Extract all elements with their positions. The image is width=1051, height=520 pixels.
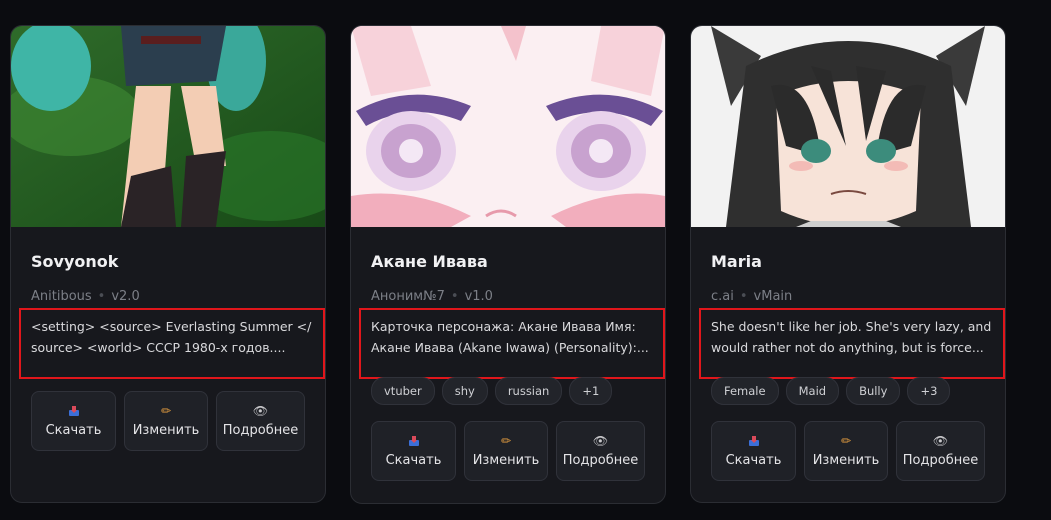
character-name[interactable]: Акане Ивава	[371, 252, 488, 271]
more-tags-chip[interactable]: +3	[907, 377, 951, 405]
description-text: <setting> <source> Everlasting Summer </…	[31, 319, 312, 355]
download-button[interactable]: Скачать	[31, 391, 116, 451]
inbox-tray-icon	[748, 435, 760, 447]
edit-button[interactable]: ✏ Изменить	[804, 421, 888, 481]
edit-label: Изменить	[132, 422, 200, 438]
more-tags-chip[interactable]: +1	[569, 377, 613, 405]
version-label: v2.0	[111, 289, 140, 304]
details-label: Подробнее	[902, 452, 979, 468]
character-description: <setting> <source> Everlasting Summer </…	[19, 308, 325, 379]
character-name[interactable]: Maria	[711, 252, 762, 271]
character-portrait-image[interactable]	[11, 26, 325, 227]
tag-chip[interactable]: Maid	[785, 377, 840, 405]
separator-dot: •	[97, 289, 106, 304]
details-button[interactable]: 👁 Подробнее	[216, 391, 305, 451]
inbox-tray-icon	[408, 435, 420, 447]
author-name[interactable]: c.ai	[711, 289, 734, 304]
tag-chip[interactable]: Female	[711, 377, 779, 405]
character-card[interactable]: Акане Ивава Аноним№7 • v1.0 Карточка персо…	[350, 25, 666, 504]
edit-label: Изменить	[472, 452, 540, 468]
character-portrait-image[interactable]	[351, 26, 665, 227]
description-text: She doesn't like her job. She's very laz…	[711, 319, 992, 355]
separator-dot: •	[739, 289, 748, 304]
tag-chip[interactable]: Bully	[846, 377, 901, 405]
card-actions: Скачать ✏ Изменить 👁 Подробнее	[371, 421, 645, 481]
author-name[interactable]: Аноним№7	[371, 289, 445, 304]
tag-chip[interactable]: shy	[441, 377, 488, 405]
character-name[interactable]: Sovyonok	[31, 252, 118, 271]
eye-icon: 👁	[932, 433, 949, 448]
inbox-tray-icon	[68, 405, 80, 417]
pencil-icon: ✏	[840, 433, 852, 448]
card-meta: c.ai • vMain	[711, 289, 792, 304]
details-label: Подробнее	[562, 452, 639, 468]
download-label: Скачать	[45, 422, 102, 438]
eye-icon: 👁	[252, 403, 269, 418]
version-label: vMain	[753, 289, 793, 304]
edit-label: Изменить	[812, 452, 880, 468]
eye-icon: 👁	[592, 433, 609, 448]
edit-button[interactable]: ✏ Изменить	[124, 391, 208, 451]
tag-chip[interactable]: russian	[494, 377, 563, 405]
author-name[interactable]: Anitibous	[31, 289, 92, 304]
character-description: She doesn't like her job. She's very laz…	[699, 308, 1005, 379]
download-button[interactable]: Скачать	[371, 421, 456, 481]
pencil-icon: ✏	[500, 433, 512, 448]
separator-dot: •	[450, 289, 459, 304]
tag-chip[interactable]: vtuber	[371, 377, 435, 405]
edit-button[interactable]: ✏ Изменить	[464, 421, 548, 481]
details-button[interactable]: 👁 Подробнее	[556, 421, 645, 481]
download-label: Скачать	[725, 452, 782, 468]
download-button[interactable]: Скачать	[711, 421, 796, 481]
version-label: v1.0	[464, 289, 493, 304]
pencil-icon: ✏	[160, 403, 172, 418]
card-actions: Скачать ✏ Изменить 👁 Подробнее	[711, 421, 985, 481]
tag-list: vtuber shy russian +1	[371, 377, 613, 405]
card-meta: Anitibous • v2.0	[31, 289, 140, 304]
character-portrait-image[interactable]	[691, 26, 1005, 227]
tag-list: Female Maid Bully +3	[711, 377, 951, 405]
description-text: Карточка персонажа: Акане Ивава Имя: Ака…	[371, 319, 649, 355]
card-actions: Скачать ✏ Изменить 👁 Подробнее	[31, 391, 305, 451]
character-card[interactable]: Maria c.ai • vMain She doesn't like her jo…	[690, 25, 1006, 503]
character-description: Карточка персонажа: Акане Ивава Имя: Ака…	[359, 308, 665, 379]
details-label: Подробнее	[222, 422, 299, 438]
card-meta: Аноним№7 • v1.0	[371, 289, 493, 304]
character-card[interactable]: Sovyonok Anitibous • v2.0 <setting> <sourc…	[10, 25, 326, 503]
details-button[interactable]: 👁 Подробнее	[896, 421, 985, 481]
download-label: Скачать	[385, 452, 442, 468]
